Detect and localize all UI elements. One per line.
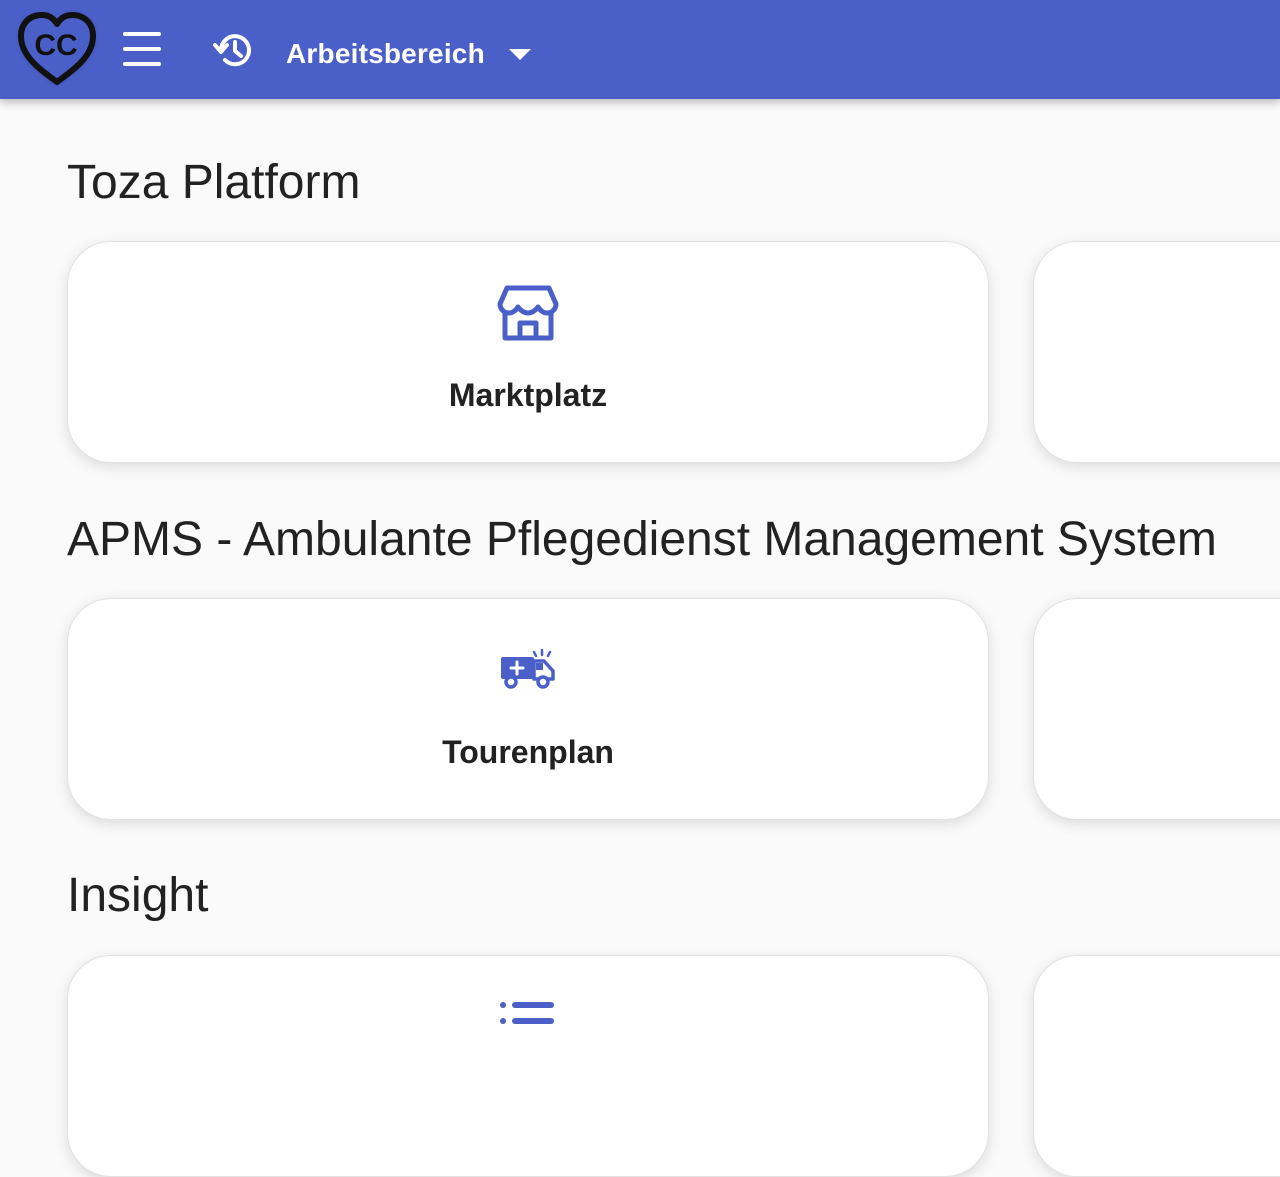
card-marktplatz[interactable]: Marktplatz (67, 241, 989, 463)
ambulance-icon (498, 647, 558, 696)
section-title-insight: Insight (67, 869, 209, 922)
card-label-tourenplan: Tourenplan (442, 734, 614, 770)
history-icon[interactable] (212, 29, 258, 73)
card-secondary[interactable] (1033, 598, 1280, 820)
section-title-apms: APMS - Ambulante Pflegedienst Management… (67, 513, 1217, 566)
list-icon (498, 1000, 558, 1039)
caret-down-icon (508, 48, 531, 60)
card-tourenplan[interactable]: Tourenplan (67, 598, 989, 820)
section-title-toza: Toza Platform (67, 156, 361, 209)
top-app-bar: CC Arbeitsbereich (0, 0, 1280, 99)
menu-icon[interactable] (116, 27, 168, 71)
workspace-dropdown[interactable]: Arbeitsbereich (286, 28, 531, 80)
card-secondary[interactable] (1033, 955, 1280, 1177)
storefront-icon (497, 282, 559, 349)
logo-text: CC (34, 29, 77, 62)
card-secondary[interactable] (1033, 241, 1280, 463)
heart-logo-icon[interactable]: CC (14, 10, 100, 90)
card-insight[interactable] (67, 955, 989, 1177)
card-label-marktplatz: Marktplatz (448, 377, 608, 413)
workspace-label: Arbeitsbereich (286, 38, 485, 69)
